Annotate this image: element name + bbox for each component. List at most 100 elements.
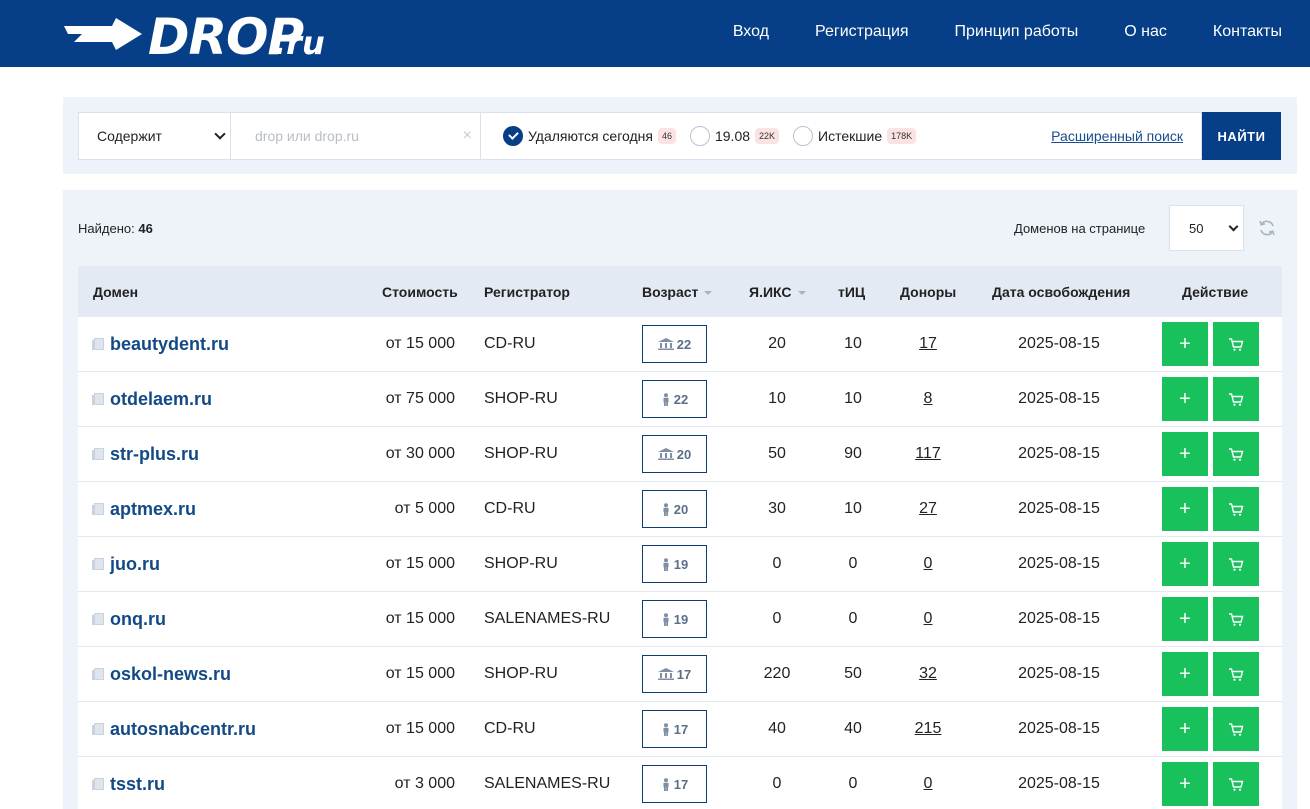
buy-button[interactable] <box>1213 432 1259 476</box>
donors-link[interactable]: 0 <box>924 775 933 793</box>
add-button[interactable]: + <box>1162 487 1208 531</box>
add-button[interactable]: + <box>1162 597 1208 641</box>
search-placeholder: drop или drop.ru <box>255 128 359 144</box>
per-page-select[interactable]: 50 <box>1169 205 1244 251</box>
action-cell: + <box>1162 317 1208 371</box>
action-cell: + <box>1162 702 1208 756</box>
buy-button[interactable] <box>1213 762 1259 806</box>
age-button[interactable]: 17 <box>642 655 707 693</box>
donors-cell: 32 <box>903 647 953 701</box>
nav-login[interactable]: Вход <box>733 23 769 41</box>
nav-register[interactable]: Регистрация <box>815 23 909 41</box>
copy-icon[interactable] <box>92 393 104 405</box>
cart-icon <box>1229 557 1244 571</box>
logo-arrow-icon <box>64 18 142 50</box>
table-header: Домен Стоимость Регистратор Возраст Я.ИК… <box>78 266 1282 317</box>
nav-contacts[interactable]: Контакты <box>1213 23 1282 41</box>
age-cell: 17 <box>642 702 707 756</box>
per-page-label: Доменов на странице <box>1014 221 1146 236</box>
copy-icon[interactable] <box>92 668 104 680</box>
donors-link[interactable]: 27 <box>919 500 937 518</box>
donors-link[interactable]: 0 <box>924 555 933 573</box>
results-panel: Найдено: 46 Доменов на странице 50 Домен… <box>63 190 1297 809</box>
cost-cell: от 75 000 <box>385 390 455 407</box>
col-donors: Доноры <box>900 284 957 300</box>
domain-link[interactable]: autosnabcentr.ru <box>110 719 256 740</box>
buy-button[interactable] <box>1213 377 1259 421</box>
donors-link[interactable]: 32 <box>919 665 937 683</box>
add-button[interactable]: + <box>1162 542 1208 586</box>
domain-link[interactable]: onq.ru <box>110 609 166 630</box>
age-button[interactable]: 22 <box>642 380 707 418</box>
nav-about[interactable]: О нас <box>1124 23 1167 41</box>
add-button[interactable]: + <box>1162 322 1208 366</box>
registrar-cell: SALENAMES-RU <box>484 775 611 792</box>
filter-deleted-today[interactable]: Удаляются сегодня 46 <box>503 126 676 146</box>
domain-link[interactable]: beautydent.ru <box>110 334 229 355</box>
col-age[interactable]: Возраст <box>642 284 713 300</box>
age-button[interactable]: 17 <box>642 710 707 748</box>
donors-link[interactable]: 117 <box>915 445 941 463</box>
domain-link[interactable]: otdelaem.ru <box>110 389 212 410</box>
buy-button[interactable] <box>1213 322 1259 366</box>
copy-icon[interactable] <box>92 723 104 735</box>
filter-label: Удаляются сегодня <box>528 128 653 144</box>
donors-link[interactable]: 8 <box>924 390 933 408</box>
nav-how-it-works[interactable]: Принцип работы <box>955 23 1079 41</box>
domain-link[interactable]: juo.ru <box>110 554 160 575</box>
filter-expired[interactable]: Истекшие 178K <box>793 126 917 146</box>
age-button[interactable]: 19 <box>642 600 707 638</box>
iks-cell: 40 <box>768 720 786 737</box>
domain-link[interactable]: str-plus.ru <box>110 444 199 465</box>
table-row: oskol-news.ru от 15 000 SHOP-RU 17 220 50 32 20… <box>78 647 1282 702</box>
buy-button[interactable] <box>1213 707 1259 751</box>
age-button[interactable]: 20 <box>642 490 707 528</box>
buy-button[interactable] <box>1213 652 1259 696</box>
age-button[interactable]: 22 <box>642 325 707 363</box>
copy-icon[interactable] <box>92 778 104 790</box>
cost-cell: от 15 000 <box>385 610 455 627</box>
tic-cell: 0 <box>848 610 858 627</box>
donors-link[interactable]: 17 <box>919 335 937 353</box>
add-button[interactable]: + <box>1162 762 1208 806</box>
add-button[interactable]: + <box>1162 652 1208 696</box>
cart-icon <box>1229 447 1244 461</box>
copy-icon[interactable] <box>92 503 104 515</box>
domain-cell: oskol-news.ru <box>90 647 231 701</box>
table-row: otdelaem.ru от 75 000 SHOP-RU 22 10 10 8 2025-0… <box>78 372 1282 427</box>
age-button[interactable]: 19 <box>642 545 707 583</box>
domain-link[interactable]: aptmex.ru <box>110 499 196 520</box>
age-button[interactable]: 20 <box>642 435 707 473</box>
cart-icon <box>1229 667 1244 681</box>
find-button[interactable]: НАЙТИ <box>1202 112 1281 160</box>
add-button[interactable]: + <box>1162 377 1208 421</box>
copy-icon[interactable] <box>92 558 104 570</box>
radio-unchecked-icon <box>689 126 710 146</box>
domain-search-input[interactable]: drop или drop.ru × <box>231 113 481 159</box>
buy-button[interactable] <box>1213 487 1259 531</box>
domain-link[interactable]: oskol-news.ru <box>110 664 231 685</box>
match-mode-select[interactable]: Содержит <box>79 113 231 159</box>
search-box: Содержит drop или drop.ru × Удаляются се… <box>78 112 1202 160</box>
advanced-search-link[interactable]: Расширенный поиск <box>1051 128 1183 144</box>
action-cell-cart <box>1213 647 1259 701</box>
site-header: DROP .ru Вход Регистрация Принцип работы… <box>0 0 1310 67</box>
add-button[interactable]: + <box>1162 432 1208 476</box>
copy-icon[interactable] <box>92 338 104 350</box>
donors-link[interactable]: 215 <box>915 720 942 738</box>
action-cell-cart <box>1213 592 1259 646</box>
radio-unchecked-icon <box>793 126 814 146</box>
domain-link[interactable]: tsst.ru <box>110 774 165 795</box>
add-button[interactable]: + <box>1162 707 1208 751</box>
col-iks[interactable]: Я.ИКС <box>749 284 806 300</box>
site-logo[interactable]: DROP .ru <box>64 6 325 65</box>
donors-link[interactable]: 0 <box>924 610 933 628</box>
copy-icon[interactable] <box>92 448 104 460</box>
clear-icon[interactable]: × <box>463 127 472 145</box>
refresh-icon[interactable] <box>1257 218 1277 238</box>
age-button[interactable]: 17 <box>642 765 707 803</box>
buy-button[interactable] <box>1213 542 1259 586</box>
copy-icon[interactable] <box>92 613 104 625</box>
buy-button[interactable] <box>1213 597 1259 641</box>
filter-date[interactable]: 19.08 22K <box>689 126 780 146</box>
